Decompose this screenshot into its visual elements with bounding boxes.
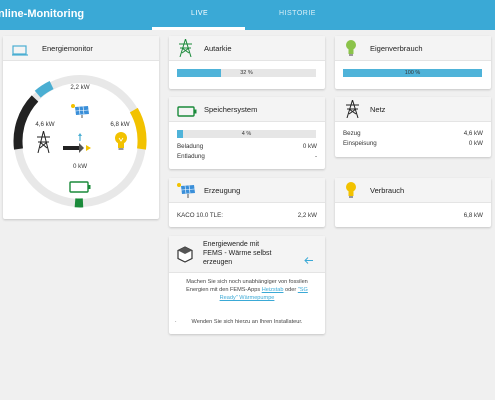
kaco-value: 2,2 kW — [297, 212, 317, 219]
autarkie-title: Autarkie — [204, 44, 232, 53]
energiewende-text-line3: Ready" Wärmepumpe — [169, 295, 325, 301]
battery-icon — [69, 180, 91, 198]
beladung-value: 0 kW — [302, 143, 317, 150]
arrow-left-icon[interactable] — [304, 251, 313, 269]
erzeugung-card: Erzeugung KACO 10.0 TLE: 2,2 kW — [169, 178, 325, 227]
grid-value: 4,6 kW — [35, 121, 55, 128]
energiewende-card: Energiewende mit FEMS - Wärme selbst erz… — [169, 236, 325, 334]
storage-value: 0 kW — [72, 163, 88, 170]
consumption-value: 6,8 kW — [110, 121, 130, 128]
energiewende-title-line3: erzeugen — [203, 259, 233, 266]
tab-live[interactable]: LIVE — [191, 10, 208, 17]
power-tower-icon — [36, 130, 51, 158]
bezug-value: 4,6 kW — [463, 130, 483, 137]
energiewende-text-2a: Energien mit den FEMS-Apps — [186, 287, 262, 293]
fems-hexagon-icon — [177, 246, 193, 268]
monitor-icon — [12, 43, 28, 61]
eigenverbrauch-progress-bar: 100 % — [343, 69, 482, 77]
netz-title: Netz — [370, 105, 386, 114]
solar-panel-icon — [70, 103, 90, 123]
entladung-value: - — [314, 153, 317, 160]
sg-ready-link-part2[interactable]: Ready" Wärmepumpe — [220, 295, 275, 301]
einspeisung-label: Einspeisung — [343, 140, 377, 147]
top-app-bar: nline-Monitoring LIVE HISTORIE — [0, 0, 495, 30]
speichersystem-progress-bar: 4 % — [177, 130, 316, 138]
speichersystem-title: Speichersystem — [204, 105, 258, 114]
verbrauch-value: 6,8 kW — [463, 212, 483, 219]
eigenverbrauch-card: Eigenverbrauch 100 % — [335, 36, 491, 89]
energiemonitor-card: Energiemonitor 2,2 kW 4,6 kW 6,8 kW 0 kW — [3, 36, 159, 219]
sg-ready-link-part1[interactable]: "SG — [298, 287, 308, 293]
energiewende-text-line1: Machen Sie sich noch unabhängiger von fo… — [186, 279, 308, 285]
erzeugung-title: Erzeugung — [204, 186, 241, 195]
eigenverbrauch-percent: 100 % — [404, 70, 421, 76]
autarkie-percent: 32 % — [240, 70, 253, 76]
solar-panel-icon — [176, 182, 196, 203]
kaco-label: KACO 10.0 TLE: — [177, 212, 223, 219]
netz-card: Netz Bezug 4,6 kW Einspeisung 0 kW — [335, 97, 491, 157]
autarkie-card: Autarkie 32 % — [169, 36, 325, 89]
flow-arrows-icon — [63, 140, 95, 158]
power-tower-icon — [178, 38, 193, 62]
verbrauch-title: Verbrauch — [370, 186, 405, 195]
lightbulb-icon — [345, 181, 357, 204]
power-tower-icon — [345, 99, 360, 123]
speichersystem-percent: 4 % — [241, 131, 252, 137]
energiewende-text-2b: oder — [283, 287, 298, 293]
energiewende-title-line2: FEMS - Wärme selbst — [203, 250, 272, 257]
lightbulb-icon — [114, 131, 128, 156]
verbrauch-card: Verbrauch 6,8 kW — [335, 178, 491, 227]
einspeisung-value: 0 kW — [468, 140, 483, 147]
entladung-label: Entladung — [177, 153, 205, 160]
bezug-label: Bezug — [343, 130, 361, 137]
heizstab-link[interactable]: Heizstab — [262, 287, 284, 293]
energiemonitor-title: Energiemonitor — [42, 44, 93, 53]
tab-historie[interactable]: HISTORIE — [279, 10, 316, 17]
energiewende-title-line1: Energiewende mit — [203, 241, 260, 248]
speichersystem-card: Speichersystem 4 % Beladung 0 kW Entladu… — [169, 97, 325, 169]
energiewende-text-line4: Wenden Sie sich hierzu an Ihren Installa… — [191, 319, 303, 325]
energiewende-text-line2: Energien mit den FEMS-Apps Heizstab oder… — [169, 287, 325, 293]
eigenverbrauch-title: Eigenverbrauch — [370, 44, 423, 53]
production-value: 2,2 kW — [70, 84, 90, 91]
verbrauch-header — [335, 178, 491, 203]
app-title: nline-Monitoring — [0, 8, 85, 20]
autarkie-progress-bar: 32 % — [177, 69, 316, 77]
battery-icon — [177, 104, 197, 122]
lightbulb-icon — [345, 39, 357, 62]
active-tab-indicator — [152, 27, 245, 30]
beladung-label: Beladung — [177, 143, 204, 150]
